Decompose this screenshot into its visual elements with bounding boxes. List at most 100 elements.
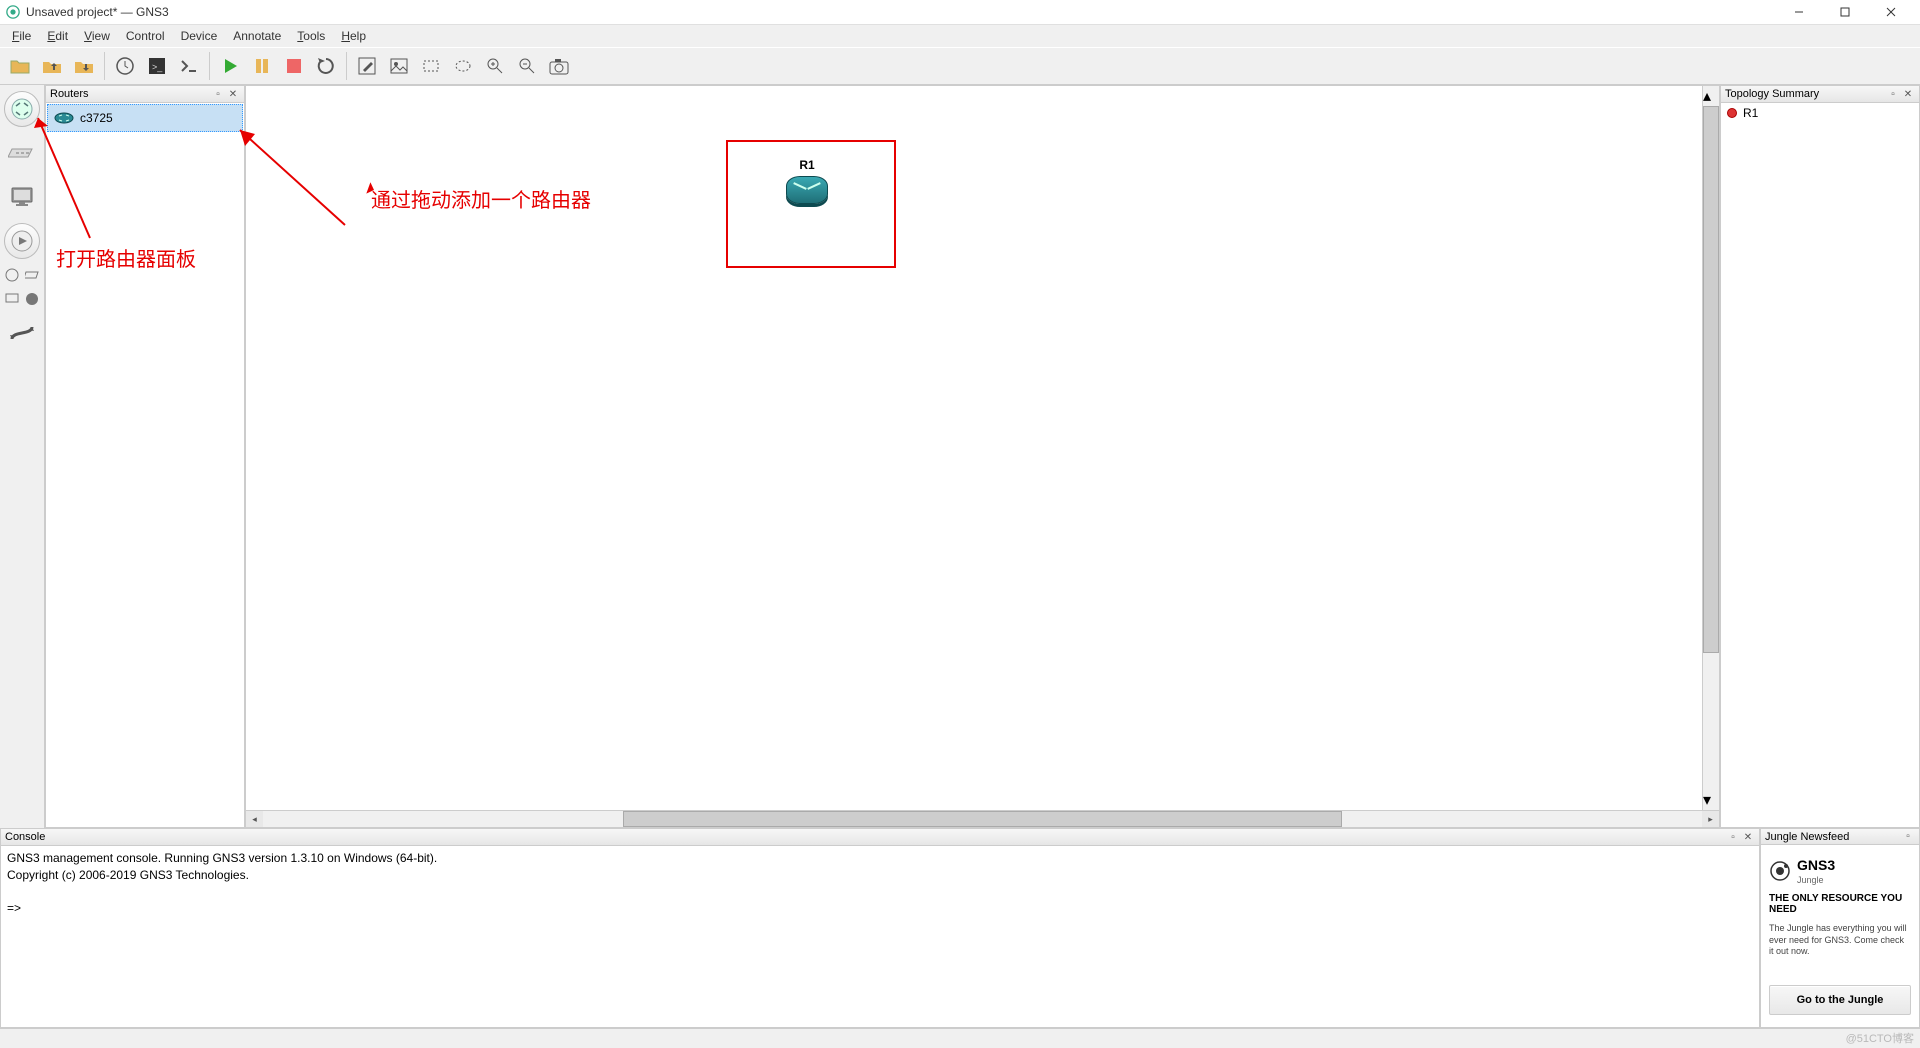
note-button[interactable] <box>352 51 382 81</box>
console-line-1: GNS3 management console. Running GNS3 ve… <box>7 851 437 865</box>
menu-tools[interactable]: Tools <box>289 27 333 45</box>
console-line-2: Copyright (c) 2006-2019 GNS3 Technologie… <box>7 868 249 882</box>
minimize-button[interactable] <box>1776 0 1822 24</box>
console-panel: Console ▫ ✕ GNS3 management console. Run… <box>0 828 1760 1028</box>
jungle-desc: The Jungle has everything you will ever … <box>1769 923 1911 958</box>
terminal-grid-icon: >_ <box>146 55 168 77</box>
topology-panel: Topology Summary ▫ ✕ R1 <box>1720 85 1920 828</box>
export-button[interactable] <box>69 51 99 81</box>
import-button[interactable] <box>37 51 67 81</box>
mini-play-icon[interactable] <box>24 291 40 307</box>
console-close-button[interactable]: ✕ <box>1741 831 1755 844</box>
reload-icon <box>315 55 337 77</box>
routers-category-button[interactable] <box>4 91 40 127</box>
router-template-label: c3725 <box>80 111 113 125</box>
status-dot-icon <box>1727 108 1737 118</box>
menu-control[interactable]: Control <box>118 27 173 45</box>
router-large-icon <box>786 176 828 204</box>
jungle-logo: GNS3 Jungle <box>1769 857 1911 885</box>
close-button[interactable] <box>1868 0 1914 24</box>
topology-undock-button[interactable]: ▫ <box>1886 88 1900 101</box>
clock-button[interactable] <box>110 51 140 81</box>
router-node-r1[interactable]: R1 <box>786 158 828 204</box>
pause-button[interactable] <box>247 51 277 81</box>
all-devices-row-2 <box>4 291 40 307</box>
play-circle-icon <box>10 229 34 253</box>
topology-title-text: Topology Summary <box>1725 88 1819 100</box>
status-bar <box>0 1028 1920 1048</box>
jungle-cta-button[interactable]: Go to the Jungle <box>1769 985 1911 1015</box>
rect-button[interactable] <box>416 51 446 81</box>
menu-file[interactable]: File <box>4 27 39 45</box>
router-node-label: R1 <box>786 158 828 172</box>
topology-list: R1 <box>1721 103 1919 827</box>
routers-undock-button[interactable]: ▫ <box>211 88 225 101</box>
mini-switch-icon[interactable] <box>24 267 40 283</box>
routers-list: c3725 <box>46 103 244 827</box>
console-title: Console ▫ ✕ <box>1 829 1759 846</box>
security-devices-button[interactable] <box>4 223 40 259</box>
maximize-button[interactable] <box>1822 0 1868 24</box>
open-project-button[interactable] <box>5 51 35 81</box>
topology-item[interactable]: R1 <box>1721 103 1919 123</box>
zoom-out-icon <box>517 56 537 76</box>
console-undock-button[interactable]: ▫ <box>1726 831 1740 844</box>
mini-pc-icon[interactable] <box>4 291 20 307</box>
reload-button[interactable] <box>311 51 341 81</box>
zoom-in-icon <box>485 56 505 76</box>
vpcs-button[interactable]: >_ <box>142 51 172 81</box>
canvas-topology-wrap: R1 通过拖动添加一个路由器 ▴▾ ◂▸ Topo <box>245 85 1920 828</box>
bottom-dock: Console ▫ ✕ GNS3 management console. Run… <box>0 828 1920 1028</box>
link-button[interactable] <box>4 315 40 351</box>
stop-icon <box>283 55 305 77</box>
folder-down-icon <box>73 55 95 77</box>
jungle-brand: GNS3 <box>1797 857 1835 873</box>
jungle-brand-sub: Jungle <box>1797 875 1835 885</box>
menu-device[interactable]: Device <box>173 27 226 45</box>
end-devices-button[interactable] <box>4 179 40 215</box>
folder-up-icon <box>41 55 63 77</box>
monitor-icon <box>9 186 35 208</box>
zoom-out-button[interactable] <box>512 51 542 81</box>
zoom-in-button[interactable] <box>480 51 510 81</box>
start-button[interactable] <box>215 51 245 81</box>
menu-help[interactable]: Help <box>333 27 374 45</box>
mini-router-icon[interactable] <box>4 267 20 283</box>
menu-edit[interactable]: Edit <box>39 27 76 45</box>
annotation-text-2: 打开路由器面板 <box>56 243 196 272</box>
console-output[interactable]: GNS3 management console. Running GNS3 ve… <box>1 846 1759 1027</box>
jungle-undock-button[interactable]: ▫ <box>1901 830 1915 843</box>
jungle-body: GNS3 Jungle THE ONLY RESOURCE YOU NEED T… <box>1761 845 1919 1027</box>
routers-panel: Routers ▫ ✕ c3725 <box>45 85 245 828</box>
menu-annotate[interactable]: Annotate <box>225 27 289 45</box>
camera-icon <box>548 56 570 76</box>
jungle-title-text: Jungle Newsfeed <box>1765 831 1849 843</box>
menu-view[interactable]: View <box>76 27 118 45</box>
canvas-vscrollbar[interactable]: ▴▾ <box>1702 86 1719 810</box>
main-area: Routers ▫ ✕ c3725 R1 <box>0 85 1920 828</box>
canvas-hscrollbar[interactable]: ◂▸ <box>246 810 1719 827</box>
watermark: @51CTO博客 <box>1846 1030 1914 1046</box>
pause-icon <box>251 55 273 77</box>
router-template-item[interactable]: c3725 <box>47 104 243 132</box>
jungle-cta-label: Go to the Jungle <box>1797 994 1884 1006</box>
stop-button[interactable] <box>279 51 309 81</box>
topology-close-button[interactable]: ✕ <box>1901 88 1915 101</box>
dashed-ellipse-icon <box>453 56 473 76</box>
image-button[interactable] <box>384 51 414 81</box>
screenshot-button[interactable] <box>544 51 574 81</box>
dashed-rect-icon <box>421 56 441 76</box>
console-button[interactable] <box>174 51 204 81</box>
edit-icon <box>357 56 377 76</box>
routers-close-button[interactable]: ✕ <box>226 88 240 101</box>
ellipse-button[interactable] <box>448 51 478 81</box>
menu-bar: File Edit View Control Device Annotate T… <box>0 25 1920 47</box>
annotation-text-1: 通过拖动添加一个路由器 <box>371 184 591 213</box>
jungle-headline: THE ONLY RESOURCE YOU NEED <box>1769 893 1911 915</box>
jungle-panel: Jungle Newsfeed ▫ GNS3 Jungle THE ONLY R… <box>1760 828 1920 1028</box>
workspace-canvas[interactable]: R1 通过拖动添加一个路由器 <box>246 86 1702 810</box>
router-icon <box>9 96 35 122</box>
switches-category-button[interactable] <box>4 135 40 171</box>
switch-icon <box>8 143 36 163</box>
svg-text:>_: >_ <box>152 62 163 72</box>
